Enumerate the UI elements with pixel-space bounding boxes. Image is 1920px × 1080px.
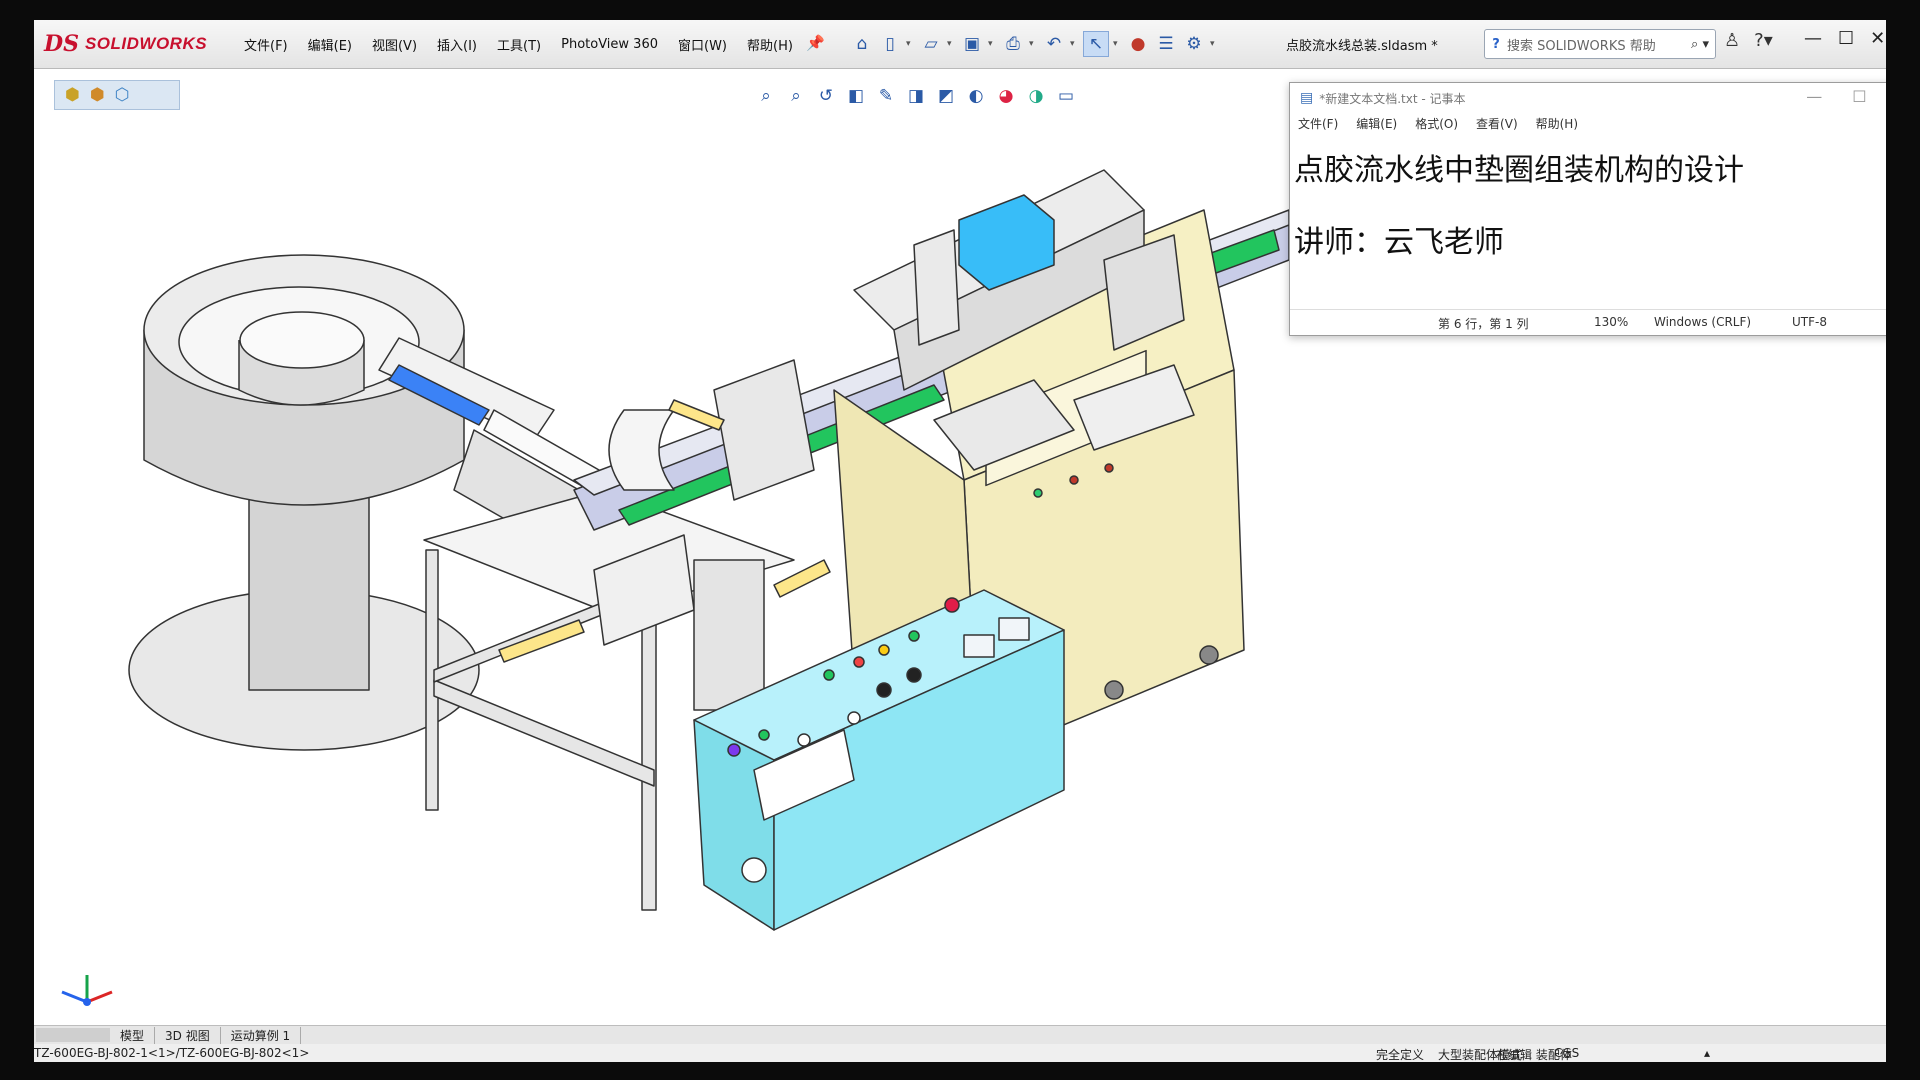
window-controls: — ☐ ✕ xyxy=(1804,28,1885,49)
np-menu-edit[interactable]: 编辑(E) xyxy=(1356,115,1397,132)
notepad-title: *新建文本文档.txt - 记事本 xyxy=(1319,91,1466,106)
file-properties-icon[interactable]: ☰ xyxy=(1154,32,1178,56)
pin-icon[interactable]: 📌 xyxy=(806,34,825,52)
ds-logo-mark: DS xyxy=(44,31,79,57)
menu-window[interactable]: 窗口(W) xyxy=(678,35,727,54)
user-icon[interactable]: ♙ xyxy=(1724,30,1740,51)
notepad-line-2: 讲师：云飞老师 xyxy=(1294,225,1504,260)
notepad-line-1: 点胶流水线中垫圈组装机构的设计 xyxy=(1294,153,1744,188)
help-search-box[interactable]: ? 搜索 SOLIDWORKS 帮助 ⌕ ▾ xyxy=(1484,29,1716,59)
close-icon[interactable]: ✕ xyxy=(1870,28,1885,49)
chevron-down-icon[interactable]: ▾ xyxy=(906,39,915,49)
main-menu: 文件(F) 编辑(E) 视图(V) 插入(I) 工具(T) PhotoView … xyxy=(244,20,793,68)
menu-bar: DS SOLIDWORKS 文件(F) 编辑(E) 视图(V) 插入(I) 工具… xyxy=(34,20,1886,69)
chevron-down-icon[interactable]: ▾ xyxy=(947,39,956,49)
help-icon[interactable]: ?▾ xyxy=(1754,30,1773,51)
np-menu-format[interactable]: 格式(O) xyxy=(1415,115,1458,132)
print-icon[interactable]: ⎙ xyxy=(1001,32,1025,56)
coordinate-triad-icon xyxy=(61,975,113,1006)
minimize-icon[interactable]: — xyxy=(1804,28,1822,49)
notepad-window-controls: — ☐ ✕ xyxy=(1806,87,1886,106)
menu-photoview[interactable]: PhotoView 360 xyxy=(561,37,658,52)
notepad-icon: ▤ xyxy=(1300,90,1314,106)
gear-icon[interactable]: ⚙ xyxy=(1182,32,1206,56)
np-menu-help[interactable]: 帮助(H) xyxy=(1536,115,1578,132)
maximize-icon[interactable]: ☐ xyxy=(1852,87,1866,106)
np-status-encoding: UTF-8 xyxy=(1792,315,1827,329)
open-folder-icon[interactable]: ▱ xyxy=(919,32,943,56)
help-circle-icon: ? xyxy=(1492,36,1500,52)
minimize-icon[interactable]: — xyxy=(1806,87,1822,106)
home-icon[interactable]: ⌂ xyxy=(850,32,874,56)
save-icon[interactable]: ▣ xyxy=(960,32,984,56)
np-status-position: 第 6 行，第 1 列 xyxy=(1438,317,1529,331)
menu-view[interactable]: 视图(V) xyxy=(372,35,417,54)
user-controls: ♙ ?▾ xyxy=(1724,30,1773,51)
tab-motion-study[interactable]: 运动算例 1 xyxy=(221,1026,302,1044)
menu-edit[interactable]: 编辑(E) xyxy=(308,35,352,54)
notepad-menu: 文件(F) 编辑(E) 格式(O) 查看(V) 帮助(H) xyxy=(1298,115,1578,132)
maximize-icon[interactable]: ☐ xyxy=(1838,28,1854,49)
menu-insert[interactable]: 插入(I) xyxy=(437,35,477,54)
undo-icon[interactable]: ↶ xyxy=(1042,32,1066,56)
select-pointer-icon[interactable]: ↖ xyxy=(1083,31,1109,57)
np-menu-view[interactable]: 查看(V) xyxy=(1476,115,1518,132)
np-menu-file[interactable]: 文件(F) xyxy=(1298,115,1338,132)
menu-help[interactable]: 帮助(H) xyxy=(747,35,793,54)
notepad-status-bar: 第 6 行，第 1 列 130% Windows (CRLF) UTF-8 xyxy=(1290,309,1886,334)
chevron-down-icon[interactable]: ▾ xyxy=(1113,39,1122,49)
bottom-tab-bar: 模型 3D 视图 运动算例 1 xyxy=(34,1025,1886,1044)
solidworks-window: DS SOLIDWORKS 文件(F) 编辑(E) 视图(V) 插入(I) 工具… xyxy=(34,20,1886,1062)
status-units-dropdown-icon[interactable]: ▴ xyxy=(1704,1046,1710,1060)
tab-model[interactable]: 模型 xyxy=(110,1026,156,1044)
new-document-icon[interactable]: ▯ xyxy=(878,32,902,56)
document-title: 点胶流水线总装.sldasm * xyxy=(1286,39,1438,54)
chevron-down-icon[interactable]: ▾ xyxy=(1029,39,1038,49)
logo-text: SOLIDWORKS xyxy=(84,34,208,53)
notepad-titlebar: ▤ *新建文本文档.txt - 记事本 — ☐ ✕ xyxy=(1290,83,1886,113)
solidworks-logo[interactable]: DS SOLIDWORKS xyxy=(44,26,209,62)
status-definition: 完全定义 xyxy=(1376,1048,1425,1062)
notepad-window: ▤ *新建文本文档.txt - 记事本 — ☐ ✕ 文件(F) 编辑(E) 格式… xyxy=(1289,82,1886,336)
status-path: TZ-600EG-BJ-802-1<1>/TZ-600EG-BJ-802<1> xyxy=(34,1046,310,1060)
search-input[interactable]: 搜索 SOLIDWORKS 帮助 xyxy=(1507,35,1656,54)
notepad-text-area[interactable]: 点胶流水线中垫圈组装机构的设计 讲师：云飞老师 xyxy=(1294,135,1744,279)
traffic-light-icon[interactable]: ● xyxy=(1126,32,1150,56)
tab-3d-view[interactable]: 3D 视图 xyxy=(155,1026,221,1044)
menu-file[interactable]: 文件(F) xyxy=(244,35,288,54)
chevron-down-icon[interactable]: ▾ xyxy=(988,39,997,49)
chevron-down-icon[interactable]: ▾ xyxy=(1070,39,1079,49)
status-bar: TZ-600EG-BJ-802-1<1>/TZ-600EG-BJ-802<1> … xyxy=(34,1044,1886,1062)
chevron-down-icon[interactable]: ▾ xyxy=(1210,39,1219,49)
np-status-zoom: 130% xyxy=(1594,315,1629,329)
standard-toolbar: ⌂ ▯ ▾ ▱ ▾ ▣ ▾ ⎙ ▾ ↶ ▾ ↖ ▾ ● ☰ ⚙ ▾ xyxy=(850,30,1219,58)
menu-tools[interactable]: 工具(T) xyxy=(497,35,541,54)
tab-scroll-arrows[interactable] xyxy=(36,1028,110,1042)
np-status-eol: Windows (CRLF) xyxy=(1654,315,1752,329)
status-units[interactable]: CGS xyxy=(1554,1046,1579,1060)
search-icon[interactable]: ⌕ ▾ xyxy=(1691,37,1709,52)
